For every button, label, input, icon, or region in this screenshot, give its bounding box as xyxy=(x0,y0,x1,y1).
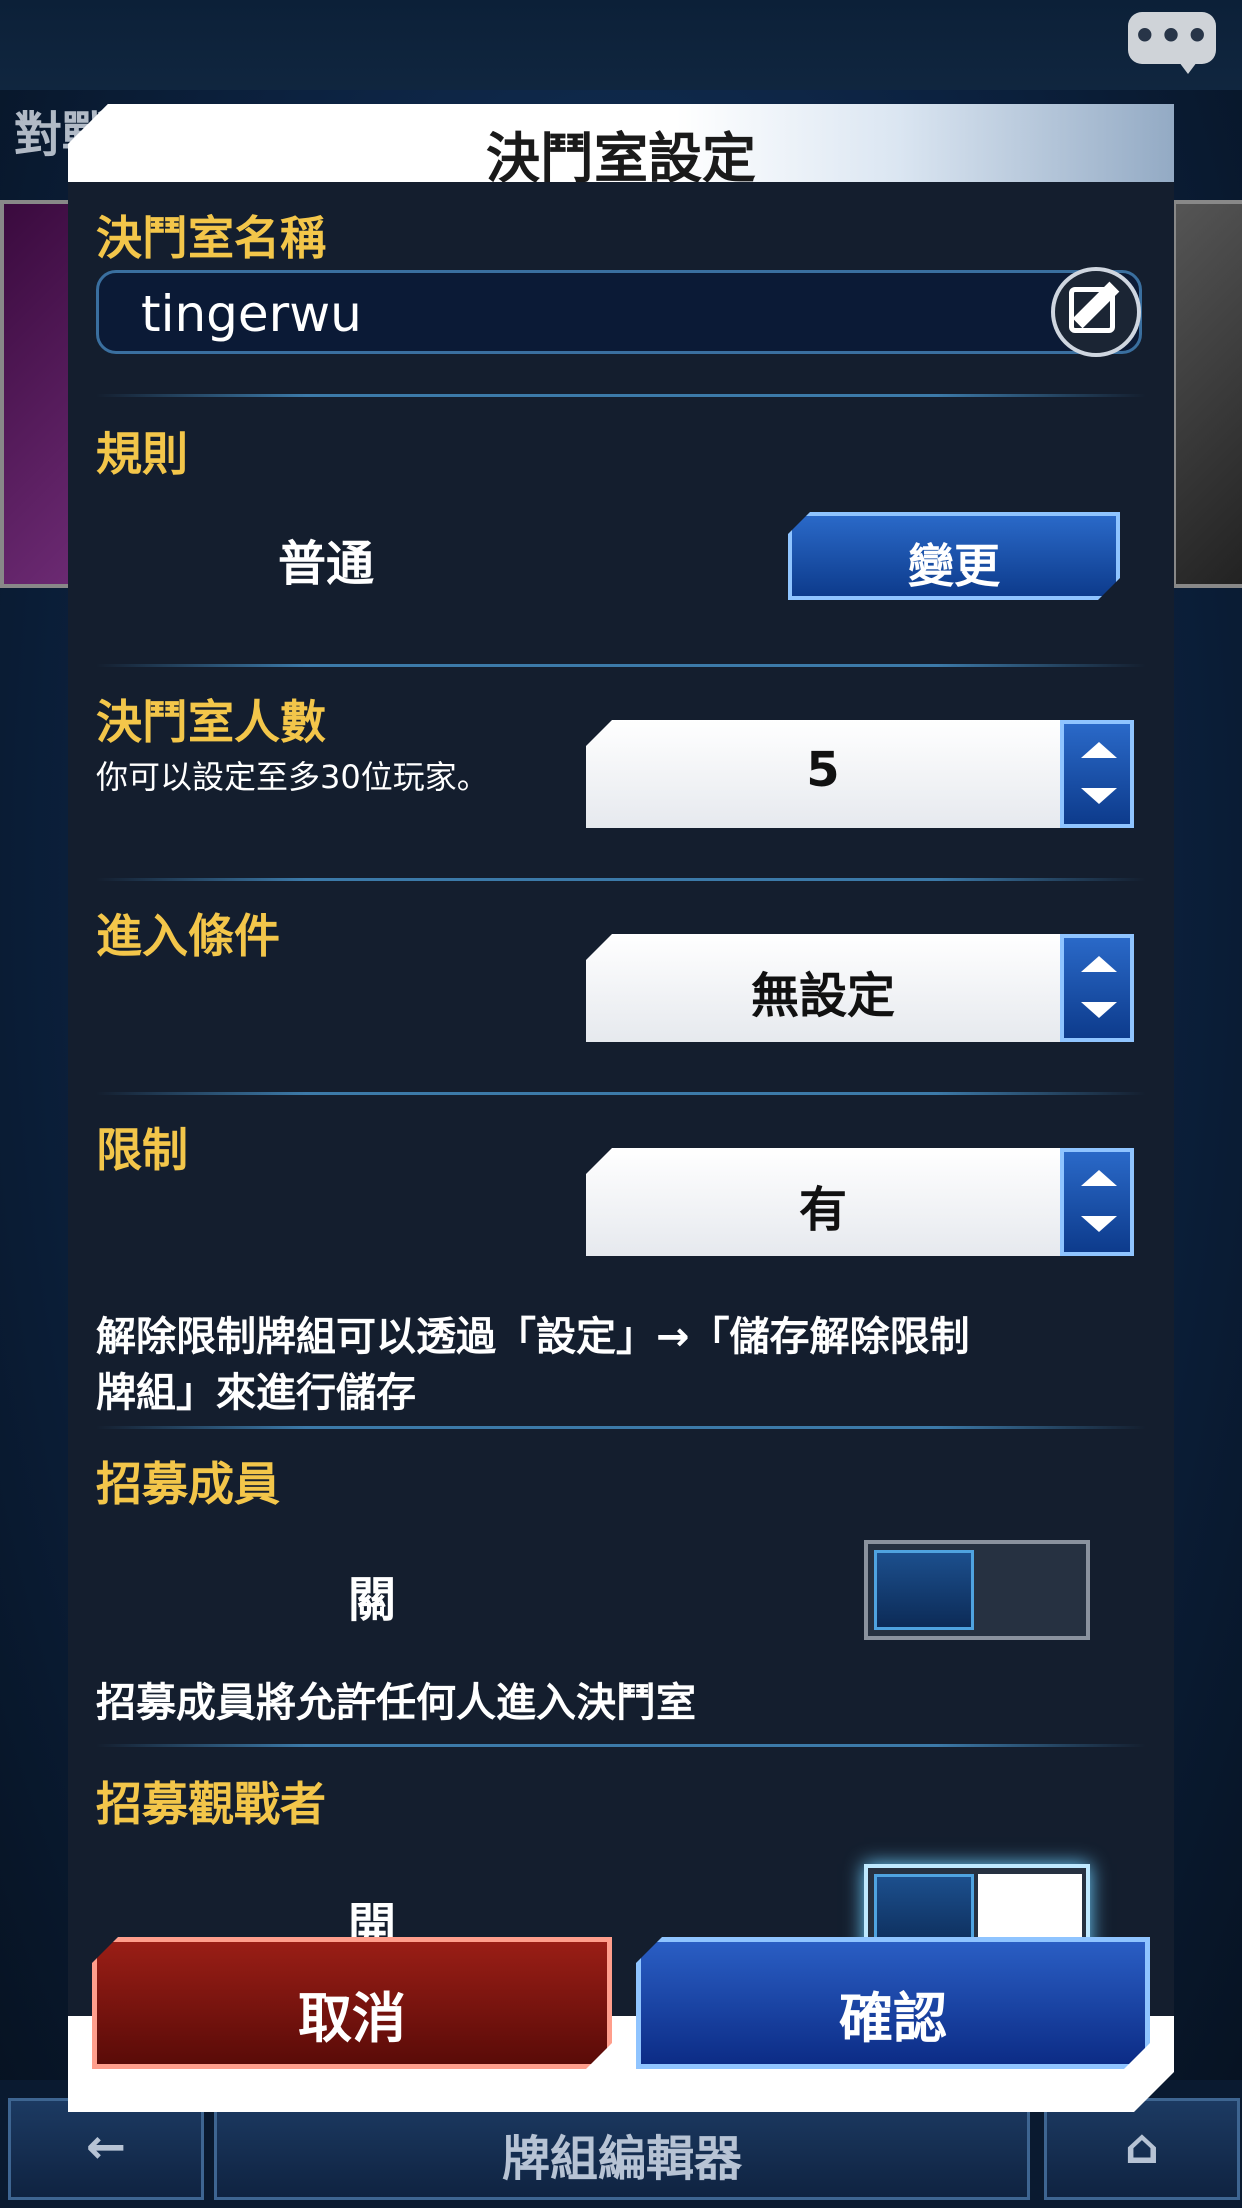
restriction-label: 限制 xyxy=(96,1123,188,1177)
room-size-label: 決鬥室人數 xyxy=(96,695,326,749)
cancel-label: 取消 xyxy=(298,1987,406,2050)
divider xyxy=(96,394,1146,397)
recruit-spectators-label: 招募觀戰者 xyxy=(96,1777,326,1831)
room-size-select[interactable]: 5 xyxy=(586,720,1070,828)
down-arrow-icon xyxy=(1081,1216,1117,1232)
right-card-art xyxy=(1172,200,1242,588)
dialog-body: 決鬥室名稱 tingerwu 規則 普通 變更 決鬥室人數 你可以設定至多30位… xyxy=(68,182,1174,2016)
up-arrow-icon xyxy=(1081,1170,1117,1186)
entry-condition-stepper[interactable] xyxy=(1060,934,1134,1042)
top-bar xyxy=(0,0,1242,90)
edit-name-button[interactable] xyxy=(1051,267,1141,357)
restriction-stepper[interactable] xyxy=(1060,1148,1134,1256)
left-card-art xyxy=(0,200,78,588)
room-size-value: 5 xyxy=(806,742,840,798)
deck-editor-button[interactable]: 牌組編輯器 xyxy=(214,2098,1030,2200)
rule-label: 規則 xyxy=(96,427,188,481)
duel-room-settings-dialog: 決鬥室設定 決鬥室名稱 tingerwu 規則 普通 變更 決鬥室人數 你可以設… xyxy=(68,104,1174,2112)
divider xyxy=(96,1426,1146,1429)
restriction-select[interactable]: 有 xyxy=(586,1148,1070,1256)
deck-editor-label: 牌組編輯器 xyxy=(501,2131,742,2187)
entry-condition-value: 無設定 xyxy=(750,968,895,1024)
back-arrow-icon: ← xyxy=(85,2119,127,2175)
room-name-value: tingerwu xyxy=(141,285,362,343)
toggle-knob xyxy=(874,1550,974,1630)
restriction-note-line2: 牌組」來進行儲存 xyxy=(96,1370,416,1416)
room-name-label: 決鬥室名稱 xyxy=(96,211,326,265)
room-name-field[interactable]: tingerwu xyxy=(96,270,1142,354)
down-arrow-icon xyxy=(1081,1002,1117,1018)
dialog-header: 決鬥室設定 xyxy=(68,104,1174,182)
settings-scroll-area[interactable]: 決鬥室名稱 tingerwu 規則 普通 變更 決鬥室人數 你可以設定至多30位… xyxy=(68,182,1174,2016)
up-arrow-icon xyxy=(1081,742,1117,758)
confirm-label: 確認 xyxy=(839,1987,947,2050)
restriction-note-line1: 解除限制牌組可以透過「設定」→「儲存解除限制 xyxy=(96,1314,970,1360)
divider xyxy=(96,878,1146,881)
divider xyxy=(96,1092,1146,1095)
back-button[interactable]: ← xyxy=(8,2098,204,2200)
cancel-button[interactable]: 取消 xyxy=(92,1937,612,2069)
up-arrow-icon xyxy=(1081,956,1117,972)
divider xyxy=(96,1744,1146,1747)
home-button[interactable]: ⌂ xyxy=(1044,2098,1240,2200)
change-rule-label: 變更 xyxy=(908,539,1000,593)
entry-condition-label: 進入條件 xyxy=(96,909,280,963)
recruit-members-state: 關 xyxy=(348,1572,397,1628)
room-size-stepper[interactable] xyxy=(1060,720,1134,828)
chat-icon[interactable]: ••• xyxy=(1128,12,1216,74)
restriction-value: 有 xyxy=(798,1182,847,1238)
entry-condition-select[interactable]: 無設定 xyxy=(586,934,1070,1042)
recruit-members-label: 招募成員 xyxy=(96,1457,280,1511)
rule-value: 普通 xyxy=(278,536,375,592)
confirm-button[interactable]: 確認 xyxy=(636,1937,1150,2069)
home-icon: ⌂ xyxy=(1124,2119,1160,2175)
change-rule-button[interactable]: 變更 xyxy=(788,512,1120,600)
down-arrow-icon xyxy=(1081,788,1117,804)
room-size-hint: 你可以設定至多30位玩家。 xyxy=(96,758,489,796)
recruit-members-toggle[interactable] xyxy=(864,1540,1090,1640)
divider xyxy=(96,664,1146,667)
recruit-members-note: 招募成員將允許任何人進入決鬥室 xyxy=(96,1680,696,1726)
